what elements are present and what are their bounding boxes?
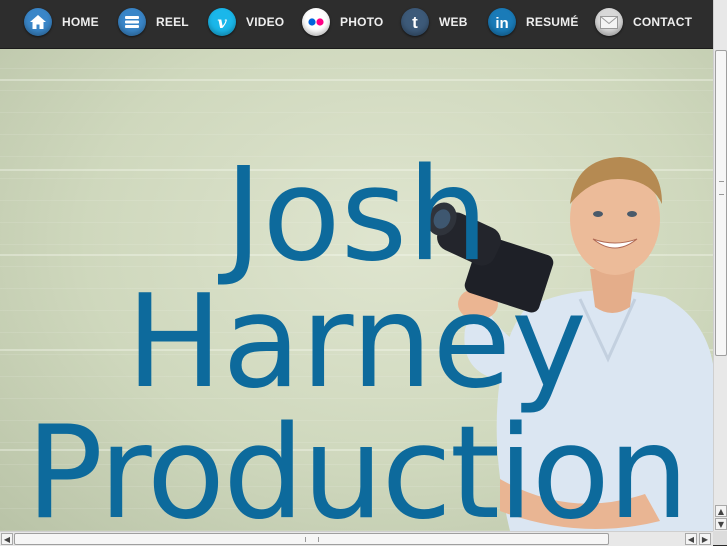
thumb-grip-icon	[305, 537, 319, 542]
scroll-right-button[interactable]: ▶	[699, 533, 711, 545]
scroll-down-button[interactable]: ▼	[715, 518, 727, 530]
scrollbar-corner	[713, 531, 727, 545]
mail-icon	[595, 8, 623, 36]
headline-line-2: Harney	[126, 268, 587, 417]
nav-label-home: HOME	[62, 15, 99, 29]
nav-label-reel: REEL	[156, 15, 189, 29]
nav-label-contact: CONTACT	[633, 15, 693, 29]
linkedin-icon: in	[488, 8, 516, 36]
vertical-scrollbar-thumb[interactable]	[715, 50, 727, 356]
wall-texture-line	[0, 79, 713, 81]
nav-item-video[interactable]: v VIDEO	[208, 0, 284, 44]
nav-item-reel[interactable]: REEL	[118, 0, 189, 44]
tumblr-icon: t	[401, 8, 429, 36]
nav-item-home[interactable]: HOME	[24, 0, 99, 44]
nav-item-resume[interactable]: in RESUMÉ	[488, 0, 579, 44]
home-icon	[24, 8, 52, 36]
nav-item-contact[interactable]: CONTACT	[595, 0, 692, 44]
nav-label-resume: RESUMÉ	[526, 15, 579, 29]
vimeo-icon: v	[208, 8, 236, 36]
list-icon	[118, 8, 146, 36]
svg-text:in: in	[495, 15, 508, 30]
svg-text:t: t	[412, 13, 418, 31]
nav-item-web[interactable]: t WEB	[401, 0, 468, 44]
scroll-left-button-end[interactable]: ◀	[685, 533, 697, 545]
nav-item-photo[interactable]: PHOTO	[302, 0, 383, 44]
vertical-scrollbar[interactable]: ▲ ▼	[713, 0, 727, 531]
nav-label-video: VIDEO	[246, 15, 285, 29]
thumb-grip-icon	[719, 181, 724, 195]
scroll-up-button[interactable]: ▲	[715, 505, 727, 517]
horizontal-scrollbar-thumb[interactable]	[14, 533, 609, 545]
flickr-icon	[302, 8, 330, 36]
svg-text:v: v	[217, 14, 227, 30]
headline-line-3: Production	[26, 399, 689, 532]
nav-label-photo: PHOTO	[340, 15, 384, 29]
hero-banner: Josh Harney Production	[0, 49, 713, 531]
nav-label-web: WEB	[439, 15, 468, 29]
main-navigation: HOME REEL v VIDEO PHOTO t WEB in RESUMÉ …	[0, 0, 713, 49]
headline-line-1: Josh	[224, 141, 489, 290]
scroll-left-button[interactable]: ◀	[1, 533, 13, 545]
horizontal-scrollbar[interactable]: ◀ ◀ ▶	[0, 531, 713, 546]
